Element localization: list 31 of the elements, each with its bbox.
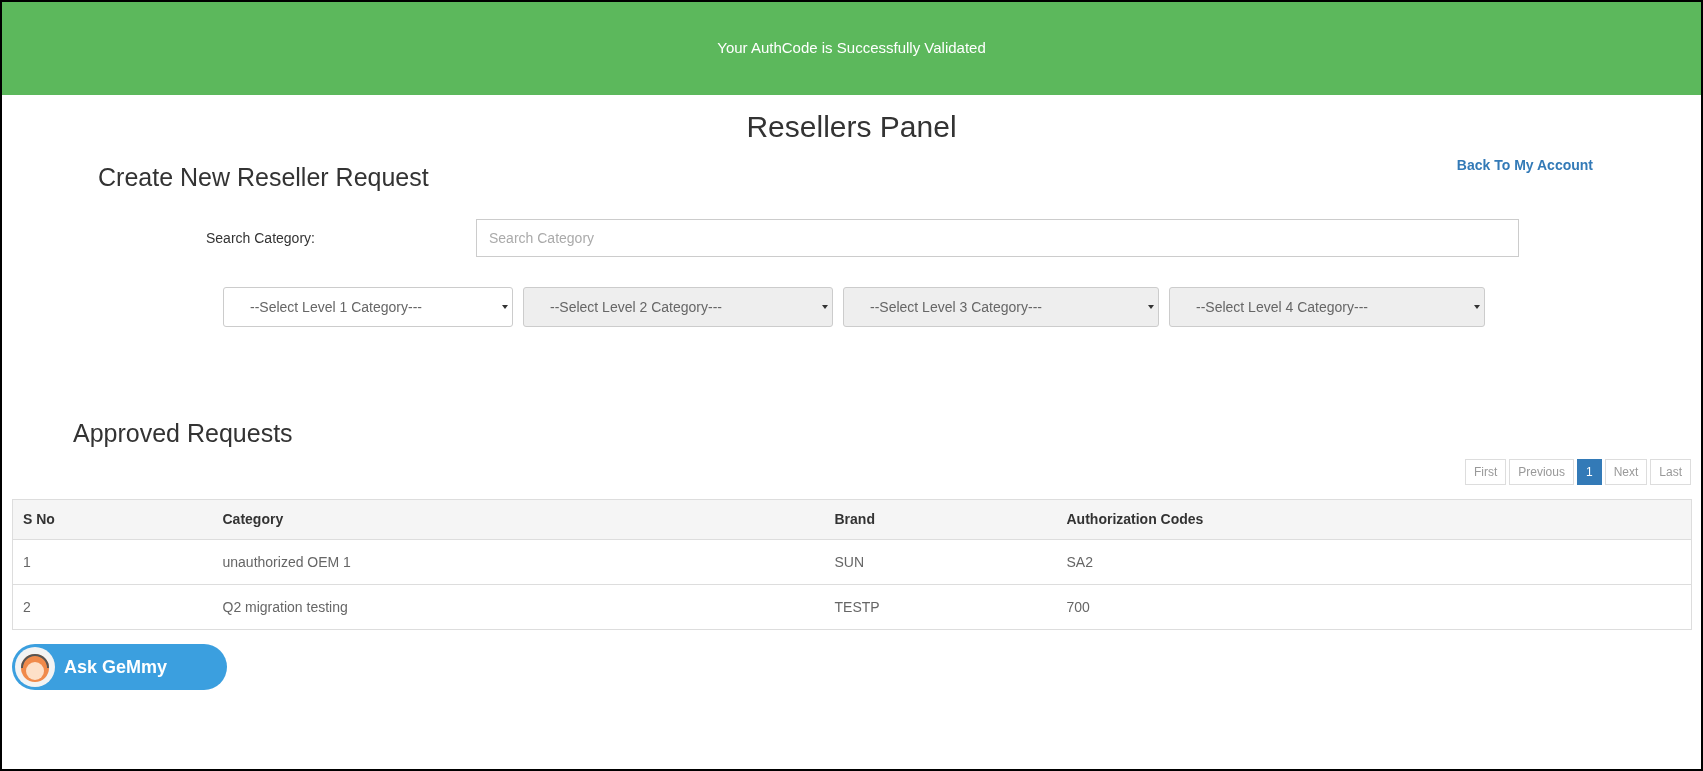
search-field[interactable]: Search Category xyxy=(476,219,1519,257)
pagination-button[interactable]: Previous xyxy=(1509,459,1574,485)
field-label: Search Category: xyxy=(206,228,316,248)
table-cell: 2 xyxy=(12,584,213,630)
column-header: Authorization Codes xyxy=(1056,499,1692,540)
dropdown-arrow-icon xyxy=(822,304,828,310)
section-heading: Approved Requests xyxy=(73,418,294,449)
column-header: S No xyxy=(12,499,213,540)
pagination-button[interactable]: First xyxy=(1464,459,1507,485)
success-banner: Your AuthCode is Successfully Validated xyxy=(2,2,1701,95)
pagination-button[interactable]: 1 xyxy=(1576,459,1602,485)
table-cell: SUN xyxy=(824,539,1057,585)
column-header: Category xyxy=(212,499,825,540)
table-cell: Q2 migration testing xyxy=(212,584,825,630)
table-cell: 700 xyxy=(1056,584,1692,630)
page-title: Resellers Panel xyxy=(745,109,958,145)
pagination-button[interactable]: Last xyxy=(1650,459,1691,485)
chat-button[interactable]: Ask GeMmy xyxy=(12,644,227,690)
table-cell: unauthorized OEM 1 xyxy=(212,539,825,585)
pagination-button[interactable]: Next xyxy=(1604,459,1648,485)
column-header: Brand xyxy=(824,499,1057,540)
dropdown-arrow-icon xyxy=(1148,304,1154,310)
dropdown-arrow-icon xyxy=(502,304,508,310)
support-agent-icon xyxy=(14,646,56,688)
back-link[interactable]: Back To My Account xyxy=(1456,155,1593,176)
dropdown-arrow-icon xyxy=(1474,304,1480,310)
table-cell: 1 xyxy=(12,539,213,585)
table-cell: SA2 xyxy=(1056,539,1692,585)
table-cell: TESTP xyxy=(824,584,1057,630)
category-select[interactable]: --Select Level 1 Category--- xyxy=(223,287,513,327)
section-heading: Create New Reseller Request xyxy=(98,162,429,193)
